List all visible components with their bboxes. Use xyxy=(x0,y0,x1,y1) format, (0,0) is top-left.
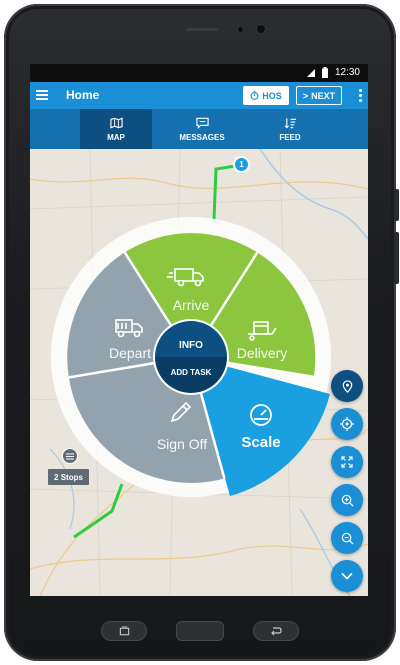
chevron-down-icon xyxy=(341,572,353,580)
recenter-button[interactable] xyxy=(331,408,363,440)
back-button[interactable] xyxy=(253,621,299,641)
tab-map-label: MAP xyxy=(107,132,125,142)
wifi-icon xyxy=(307,69,315,77)
tab-messages[interactable]: MESSAGES xyxy=(166,109,238,149)
sort-icon xyxy=(284,117,296,128)
segment-sign-off-label: Sign Off xyxy=(157,436,207,452)
zoom-out-button[interactable] xyxy=(331,522,363,554)
info-label: INFO xyxy=(179,340,203,351)
message-icon xyxy=(195,117,209,129)
expand-icon xyxy=(341,456,353,468)
overflow-menu-icon[interactable] xyxy=(359,89,362,102)
location-pin-icon xyxy=(342,379,352,393)
tab-feed[interactable]: FEED xyxy=(254,109,326,149)
location-pin-button[interactable] xyxy=(331,370,363,402)
front-camera xyxy=(257,25,265,33)
route-marker[interactable]: 1 xyxy=(233,156,250,173)
segment-arrive-label: Arrive xyxy=(173,297,210,313)
radial-task-menu: Arrive Delivery Scale Sign Off Depart IN… xyxy=(51,217,331,497)
battery-icon xyxy=(322,67,328,78)
home-button[interactable] xyxy=(176,621,224,641)
segment-depart-label: Depart xyxy=(109,345,151,361)
hos-label: HOS xyxy=(262,90,282,101)
page-title: Home xyxy=(66,88,100,102)
next-label: NEXT xyxy=(311,90,336,101)
fit-route-button[interactable] xyxy=(331,446,363,478)
collapse-controls-button[interactable] xyxy=(331,560,363,592)
tab-messages-label: MESSAGES xyxy=(179,132,225,142)
app-bar: Home HOS > NEXT xyxy=(30,82,368,109)
hos-button[interactable]: HOS xyxy=(243,86,289,105)
power-button xyxy=(394,189,399,221)
zoom-out-icon xyxy=(341,532,353,544)
status-bar: 12:30 xyxy=(30,64,368,82)
add-task-label: ADD TASK xyxy=(171,368,212,377)
volume-button xyxy=(394,232,399,284)
tab-map[interactable]: MAP xyxy=(80,109,152,149)
route-marker-label: 1 xyxy=(239,160,244,169)
sensor-dot xyxy=(238,27,243,32)
recent-apps-icon xyxy=(119,625,129,635)
screen: 12:30 Home HOS > NEXT MAP MESSAGES FEED … xyxy=(30,64,368,596)
zoom-in-icon xyxy=(341,494,353,506)
clock: 12:30 xyxy=(334,67,360,78)
zoom-in-button[interactable] xyxy=(331,484,363,516)
timer-icon xyxy=(250,91,259,100)
map-icon xyxy=(109,117,123,128)
chevron-right-icon: > xyxy=(302,90,309,101)
earpiece-speaker xyxy=(186,28,218,31)
recent-apps-button[interactable] xyxy=(101,621,147,641)
segment-delivery-label: Delivery xyxy=(237,345,288,361)
back-icon xyxy=(271,627,282,636)
menu-icon[interactable] xyxy=(36,90,48,100)
tab-feed-label: FEED xyxy=(279,132,301,142)
tab-bar: MAP MESSAGES FEED xyxy=(30,109,368,149)
segment-scale-label: Scale xyxy=(241,434,280,451)
next-button[interactable]: > NEXT xyxy=(296,86,342,105)
target-icon xyxy=(340,417,354,431)
